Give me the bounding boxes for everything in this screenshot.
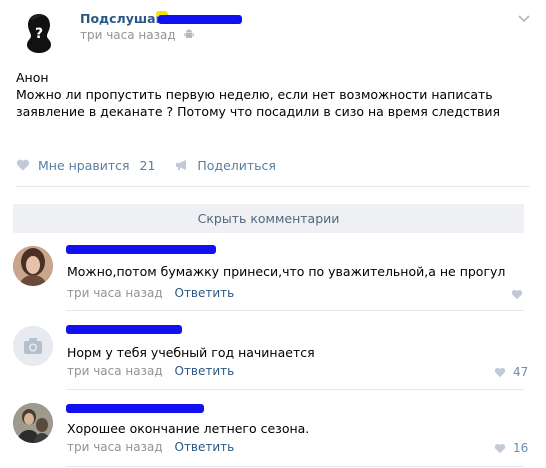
like-count: 21 [139,157,156,173]
comment-text: Можно,потом бумажку принеси,что по уважи… [67,264,506,279]
comment-avatar[interactable] [13,326,53,366]
post-text-line-2: Можно ли пропустить первую неделю, если … [16,87,493,102]
reply-button[interactable]: Ответить [175,286,235,300]
comment-time[interactable]: три часа назад [67,440,163,454]
reply-button[interactable]: Ответить [175,364,235,378]
post-text-line-1: Анон [16,70,49,85]
comment-author-redaction [66,245,216,254]
comment-divider [66,389,524,390]
post-menu-chevron-icon[interactable] [518,12,530,26]
like-button[interactable]: Мне нравится 21 [16,157,159,173]
heart-icon [494,443,506,454]
user-photo-icon [13,403,53,443]
post-time-label[interactable]: три часа назад [80,28,176,42]
like-label: Мне нравится [37,157,130,173]
comment-time[interactable]: три часа назад [67,364,163,378]
comment-meta: три часа назад Ответить [67,286,234,300]
share-button[interactable]: Поделиться [175,157,276,173]
comment-text: Норм у тебя учебный год начинается [67,345,315,360]
heart-icon [494,367,506,378]
reply-button[interactable]: Ответить [175,440,235,454]
comment-like-button[interactable] [511,288,523,303]
hide-comments-label: Скрыть комментарии [197,211,340,226]
user-photo-icon [13,246,53,286]
comment-avatar[interactable] [13,403,53,443]
post-text-line-3: заявление в деканате ? Потому что посади… [16,104,501,119]
post-actions: Мне нравится 21 Поделиться [16,156,276,173]
comment-like-button[interactable]: 16 [494,440,528,455]
silhouette-icon: ? [17,9,61,53]
comment-like-count: 16 [512,441,529,455]
comment-meta: три часа назад Ответить [67,364,234,378]
heart-icon [511,289,523,300]
comment-like-count: 47 [512,365,529,379]
comment-like-button[interactable]: 47 [494,364,528,379]
author-redaction [156,11,242,24]
comment-divider [66,466,524,467]
heart-icon [16,159,30,171]
comment-author-redaction [66,325,182,334]
comment-text: Хорошее окончание летнего сезона. [67,421,310,436]
redaction-bar [158,15,242,24]
megaphone-icon [176,160,187,170]
post-text: Анон Можно ли пропустить первую неделю, … [16,69,536,120]
comment-avatar[interactable] [13,246,53,286]
post-author-avatar[interactable]: ? [16,8,62,54]
comment-time[interactable]: три часа назад [67,286,163,300]
svg-text:?: ? [35,26,43,42]
hide-comments-button[interactable]: Скрыть комментарии [13,204,524,233]
post-divider [16,186,530,187]
post-time[interactable]: три часа назад [80,28,194,43]
share-label: Поделиться [197,157,276,173]
camera-icon [13,326,53,366]
comment-divider [66,310,524,311]
android-icon [183,29,194,43]
comment-meta: три часа назад Ответить [67,440,234,454]
comment-author-redaction [66,404,204,413]
